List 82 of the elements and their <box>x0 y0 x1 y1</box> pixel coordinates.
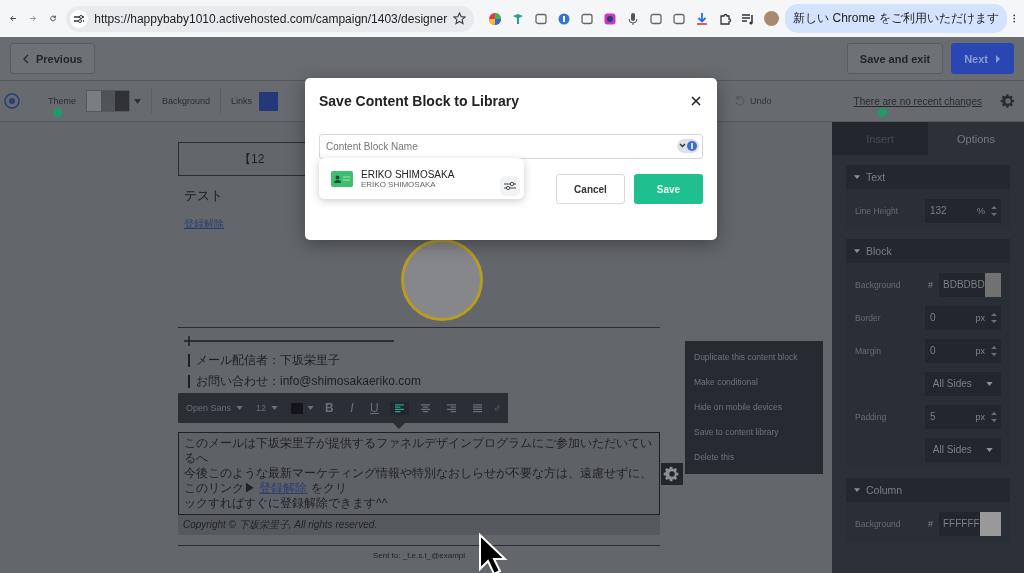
sides-dropdown[interactable]: All Sides <box>924 371 1001 396</box>
menu-item[interactable]: Duplicate this content block <box>685 345 823 370</box>
close-icon[interactable] <box>691 96 701 106</box>
next-button[interactable]: Next <box>951 43 1014 74</box>
url-text: https://happybaby1010.activehosted.com/campaign/1403/designer <box>94 11 448 26</box>
menu-item[interactable]: Hide on mobile devices <box>685 395 823 420</box>
hotspot-dot[interactable] <box>878 108 887 117</box>
section-header[interactable]: Column <box>846 478 1010 502</box>
background-label: Background <box>162 96 211 106</box>
caret-icon[interactable] <box>134 98 141 104</box>
section-header[interactable]: Block <box>846 239 1010 263</box>
cancel-button[interactable]: Cancel <box>556 174 625 204</box>
media-control-icon[interactable] <box>741 11 756 26</box>
color-wheel-icon[interactable] <box>488 11 503 26</box>
update-chrome-button[interactable]: 新しい Chrome をご利用いただけます <box>785 4 1007 33</box>
address-bar[interactable]: https://happybaby1010.activehosted.com/campaign/1403/designer <box>66 5 475 32</box>
color-swatch[interactable] <box>984 272 1001 297</box>
menu-item[interactable]: Make conditional <box>685 370 823 395</box>
number-field[interactable]: 0 px <box>924 338 1001 363</box>
more-menu-icon[interactable] <box>1012 12 1015 25</box>
theme-swatch[interactable] <box>86 90 130 112</box>
email-title: テスト <box>184 187 223 205</box>
caret-icon <box>986 381 993 386</box>
previous-button[interactable]: Previous <box>10 43 96 74</box>
italic-button[interactable]: I <box>344 399 359 417</box>
suggestion-detail: ERIKO SHIMOSAKA <box>361 179 437 189</box>
circle-icon[interactable] <box>557 11 572 26</box>
font-size-dropdown[interactable]: 12 <box>256 403 279 413</box>
bookmark-star-icon[interactable] <box>453 12 467 25</box>
number-field[interactable]: 5 px <box>924 404 1001 429</box>
header-text: 【12 <box>239 150 265 168</box>
caret-icon <box>986 447 993 452</box>
suggestion-name: ERIKO SHIMOSAKA <box>361 168 456 180</box>
bold-button[interactable]: B <box>321 399 338 417</box>
stepper-arrows-icon[interactable] <box>991 204 997 217</box>
triangle-icon <box>854 488 860 492</box>
puzzle-icon[interactable] <box>718 11 733 26</box>
hotspot-dot[interactable] <box>53 108 62 117</box>
align-left-icon <box>393 403 405 413</box>
links-label: Links <box>231 96 253 106</box>
sliders-icon[interactable] <box>500 176 520 196</box>
text-color-picker[interactable] <box>291 402 315 414</box>
dialog-title: Save Content Block to Library <box>319 93 519 109</box>
section-header[interactable]: Text <box>846 165 1010 189</box>
align-justify-icon <box>471 403 483 413</box>
triangle-icon <box>854 175 860 179</box>
sides-dropdown[interactable]: All Sides <box>924 437 1001 462</box>
stepper-arrows-icon[interactable] <box>991 311 997 324</box>
caret-icon <box>307 406 315 410</box>
triangle-icon <box>854 249 860 253</box>
theme-label: Theme <box>48 96 76 106</box>
caret-icon <box>271 406 279 410</box>
field-label: Margin <box>855 345 882 356</box>
settings-icon[interactable] <box>661 463 683 485</box>
number-field[interactable]: 132 % <box>924 198 1001 223</box>
block-name-field[interactable]: Content Block Name <box>319 134 703 159</box>
profile-avatar[interactable] <box>764 11 780 26</box>
chevron-left-icon <box>23 53 29 64</box>
save-button[interactable]: Save <box>634 174 703 204</box>
align-left-button[interactable] <box>389 401 409 415</box>
links-color-swatch[interactable] <box>259 91 279 111</box>
underline-button[interactable]: U <box>366 399 383 417</box>
stepper-arrows-icon[interactable] <box>991 410 997 423</box>
download-icon[interactable] <box>695 11 710 26</box>
settings-icon[interactable] <box>1000 93 1016 109</box>
microphone-icon[interactable] <box>626 11 641 26</box>
autofill-suggestion[interactable]: ERIKO SHIMOSAKA ERIKO SHIMOSAKA <box>319 158 524 199</box>
caret-icon <box>236 406 244 410</box>
align-center-icon <box>419 403 431 413</box>
contact-card-icon <box>331 170 353 187</box>
sender-text: メール配信者：下坂栄里子 <box>188 354 660 367</box>
stepper-arrows-icon[interactable] <box>991 344 997 357</box>
triangle-right-icon <box>995 53 1001 64</box>
contact-text: お問い合わせ：info@shimosakaeriko.com <box>188 375 660 388</box>
color-swatch[interactable] <box>979 511 1001 536</box>
menu-item[interactable]: Save to content library <box>685 420 823 445</box>
align-right-icon <box>445 403 457 413</box>
site-settings-icon[interactable] <box>70 9 89 28</box>
number-field[interactable]: 0 px <box>924 305 1001 330</box>
mouse-pointer-icon <box>478 533 508 573</box>
menu-item[interactable]: Delete this <box>685 445 823 470</box>
save-and-exit-button[interactable]: Save and exit <box>846 43 944 74</box>
